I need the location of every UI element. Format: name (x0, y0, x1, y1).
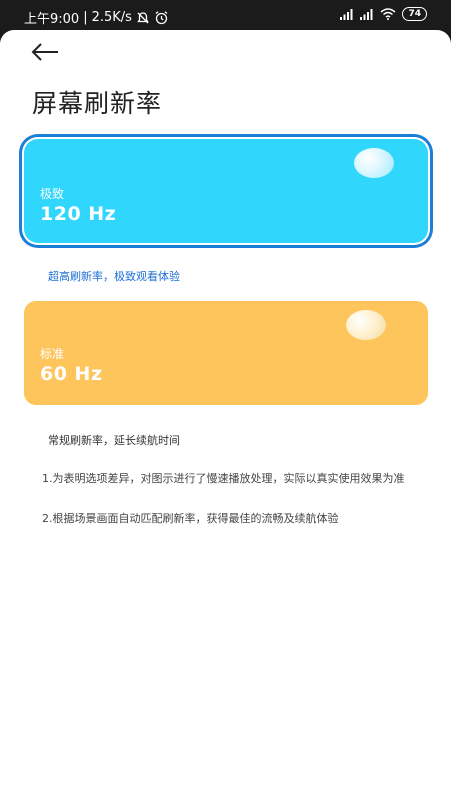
battery-icon: 74 (402, 7, 427, 21)
option-caption-60hz: 常规刷新率，延长续航时间 (48, 434, 180, 447)
option-label: 标准 (40, 347, 65, 361)
back-button[interactable] (30, 42, 64, 64)
option-card-120hz[interactable]: 极致 120 Hz (24, 139, 428, 243)
alarm-icon (154, 10, 169, 25)
settings-sheet: 屏幕刷新率 极致 120 Hz 超高刷新率，极致观看体验 标准 60 Hz 常规… (0, 30, 451, 800)
page-title: 屏幕刷新率 (32, 89, 163, 118)
signal-icon (340, 8, 354, 20)
animated-ball-icon (354, 148, 394, 178)
note-2: 2.根据场景画面自动匹配刷新率，获得最佳的流畅及续航体验 (42, 512, 339, 525)
status-bar: 上午9:00 | 2.5K/s 74 (0, 0, 451, 32)
option-value: 60 Hz (40, 363, 103, 385)
status-time: 上午9:00 (24, 12, 80, 27)
option-label: 极致 (40, 187, 65, 201)
note-1: 1.为表明选项差异，对图示进行了慢速播放处理，实际以真实使用效果为准 (42, 472, 405, 485)
mute-icon (136, 11, 150, 25)
option-card-60hz[interactable]: 标准 60 Hz (24, 301, 428, 405)
signal-icon-2 (360, 8, 374, 20)
option-value: 120 Hz (40, 203, 117, 225)
option-caption-120hz: 超高刷新率，极致观看体验 (48, 270, 180, 283)
status-divider: | (83, 10, 88, 25)
wifi-icon (380, 8, 396, 20)
network-speed: 2.5K/s (91, 10, 132, 25)
arrow-left-icon (31, 43, 58, 61)
animated-ball-icon (346, 310, 386, 340)
